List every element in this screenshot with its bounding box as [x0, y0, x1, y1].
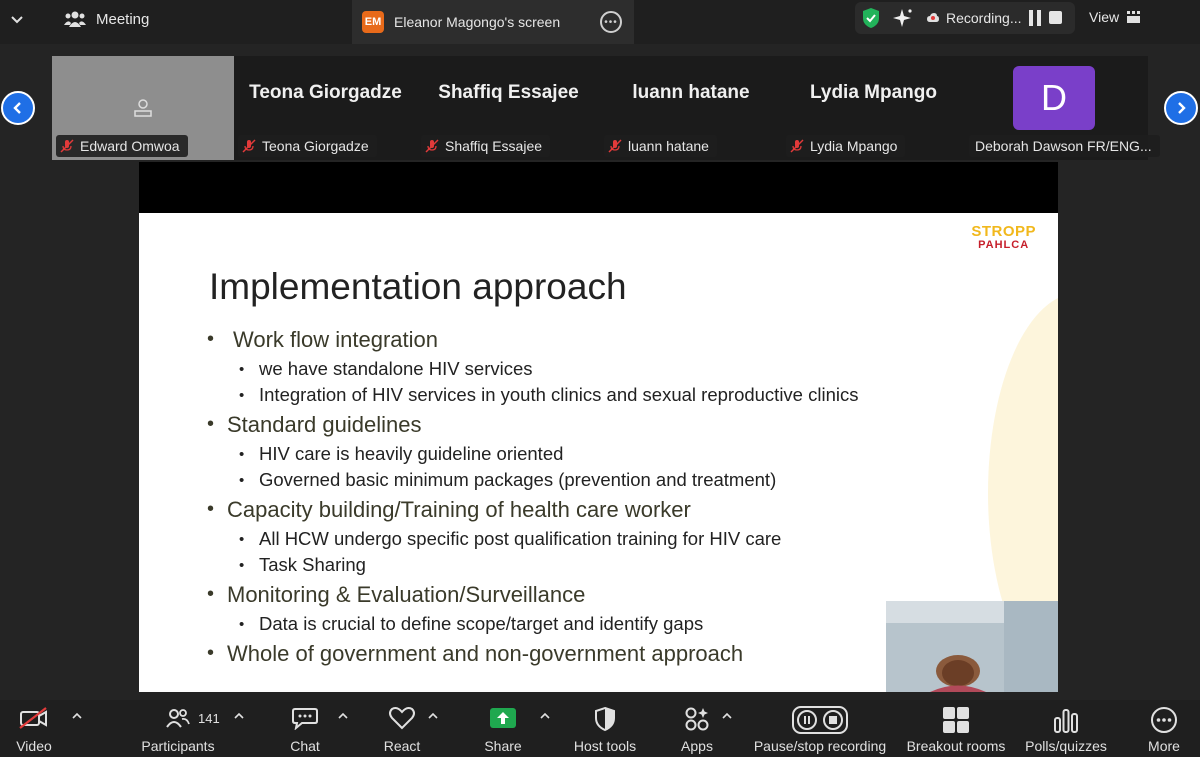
share-screen-icon [490, 708, 516, 728]
participant-tile[interactable]: Teona Giorgadze Teona Giorgadze [234, 56, 417, 160]
breakout-rooms-button[interactable]: Breakout rooms [907, 706, 1005, 754]
stop-recording-icon[interactable] [1049, 11, 1062, 24]
participant-label: Deborah Dawson FR/ENG... [969, 135, 1160, 157]
presenter-badge: EM [362, 11, 384, 33]
shield-icon [595, 706, 615, 732]
recording-status-group: Recording... [855, 2, 1075, 34]
bullet-item: • Whole of government and non-government … [207, 640, 744, 666]
participant-label: Shaffiq Essajee [421, 135, 551, 157]
shared-screen: STROPP PAHLCA Implementation approach • W… [139, 162, 1058, 692]
more-icon [1151, 707, 1177, 733]
react-options-caret-icon[interactable] [428, 712, 438, 720]
sub-bullet-item: • All HCW undergo specific post qualifica… [239, 528, 782, 549]
participant-name: Teona Giorgadze [249, 82, 402, 103]
apps-button[interactable]: Apps [676, 706, 718, 754]
muted-mic-icon [608, 139, 622, 153]
pause-stop-recording-button[interactable]: Pause/stop recording [754, 706, 886, 754]
slide-title: Implementation approach [209, 266, 627, 307]
video-button[interactable]: Video [14, 706, 54, 754]
polls-icon [1054, 709, 1078, 733]
sub-bullet-item: • Task Sharing [239, 554, 366, 575]
video-off-icon [19, 707, 47, 729]
sub-bullet-item: • Data is crucial to define scope/target … [239, 613, 704, 634]
participant-tile[interactable]: D Deborah Dawson FR/ENG... [965, 56, 1160, 160]
participant-label: Edward Omwoa [56, 135, 188, 157]
participant-label: Teona Giorgadze [238, 135, 377, 157]
bullet-item: • Standard guidelines [207, 411, 422, 437]
muted-mic-icon [425, 139, 439, 153]
share-options-caret-icon[interactable] [540, 712, 550, 720]
bullet-item: • Monitoring & Evaluation/Surveillance [207, 581, 586, 607]
participants-icon [166, 709, 190, 728]
meeting-label: Meeting [96, 10, 150, 28]
slide-logo: STROPP PAHLCA [971, 223, 1036, 251]
shared-screen-title: Eleanor Magongo's screen [394, 14, 561, 30]
apps-options-caret-icon[interactable] [722, 712, 732, 720]
host-tools-button[interactable]: Host tools [574, 706, 636, 754]
muted-mic-icon [790, 139, 804, 153]
security-shield-icon[interactable] [861, 7, 881, 29]
muted-mic-icon [242, 139, 256, 153]
participant-strip: Edward Omwoa Teona Giorgadze Teona Giorg… [52, 56, 1160, 160]
chat-button[interactable]: Chat [284, 706, 326, 754]
slide-bullets: • Work flow integration • we have standalo… [207, 323, 858, 670]
chevron-left-icon [13, 102, 21, 114]
view-button[interactable]: View [1089, 9, 1141, 25]
participant-name: luann hatane [632, 82, 750, 103]
meeting-toolbar: Video Participants 141 Chat React Share … [0, 700, 1200, 757]
polls-quizzes-button[interactable]: Polls/quizzes [1025, 706, 1107, 754]
participant-tile[interactable]: Shaffiq Essajee Shaffiq Essajee [417, 56, 600, 160]
shared-screen-tab[interactable]: EM Eleanor Magongo's screen ••• [352, 0, 634, 44]
share-screen-button[interactable]: Share [482, 706, 524, 754]
sub-bullet-item: • Governed basic minimum packages (preven… [239, 469, 777, 490]
presentation-slide: STROPP PAHLCA Implementation approach • W… [139, 213, 1058, 692]
participant-name: Shaffiq Essajee [438, 82, 579, 103]
sub-bullet-item: • Integration of HIV services in youth cl… [239, 384, 859, 405]
chat-options-caret-icon[interactable] [338, 712, 348, 720]
view-label: View [1089, 9, 1120, 25]
meeting-menu[interactable]: Meeting [64, 10, 149, 28]
more-options-icon[interactable]: ••• [600, 11, 622, 33]
chevron-right-icon [1178, 102, 1186, 114]
participants-options-caret-icon[interactable] [234, 712, 244, 720]
participant-label: Lydia Mpango [786, 135, 906, 157]
react-button[interactable]: React [380, 706, 424, 754]
bullet-item: • Work flow integration [207, 326, 439, 352]
muted-mic-icon [60, 139, 74, 153]
participant-label: luann hatane [604, 135, 717, 157]
apps-icon [685, 707, 709, 731]
presenter-video-thumbnail[interactable] [886, 601, 1058, 692]
sub-bullet-item: • we have standalone HIV services [239, 358, 533, 379]
participant-name: Lydia Mpango [809, 82, 938, 103]
chevron-down-icon[interactable] [8, 10, 26, 28]
previous-page-arrow[interactable] [1, 91, 35, 125]
grid-view-icon [1127, 11, 1141, 23]
presenter-video-image [886, 601, 1058, 692]
participants-count: 141 [198, 711, 220, 726]
recording-label: Recording... [946, 10, 1022, 26]
heart-icon [389, 707, 415, 730]
pause-recording-icon[interactable] [1027, 9, 1043, 27]
more-button[interactable]: More [1144, 706, 1184, 754]
top-bar: Meeting EM Eleanor Magongo's screen ••• … [0, 0, 1200, 44]
cloud-recording-icon [927, 13, 939, 22]
bullet-item: • Capacity building/Training of health ca… [207, 496, 691, 522]
next-page-arrow[interactable] [1164, 91, 1198, 125]
ai-companion-icon[interactable] [893, 8, 913, 28]
camera-off-avatar-icon [134, 99, 152, 117]
participant-tile[interactable]: Edward Omwoa [52, 56, 234, 160]
participant-tile[interactable]: Lydia Mpango Lydia Mpango [782, 56, 965, 160]
breakout-rooms-icon [943, 707, 969, 733]
pause-stop-recording-icon [792, 706, 848, 734]
chat-icon [292, 708, 318, 730]
participant-tile[interactable]: luann hatane luann hatane [600, 56, 782, 160]
video-options-caret-icon[interactable] [72, 712, 82, 720]
sub-bullet-item: • HIV care is heavily guideline oriented [239, 443, 564, 464]
people-icon [64, 11, 86, 27]
participant-avatar: D [1013, 66, 1095, 130]
